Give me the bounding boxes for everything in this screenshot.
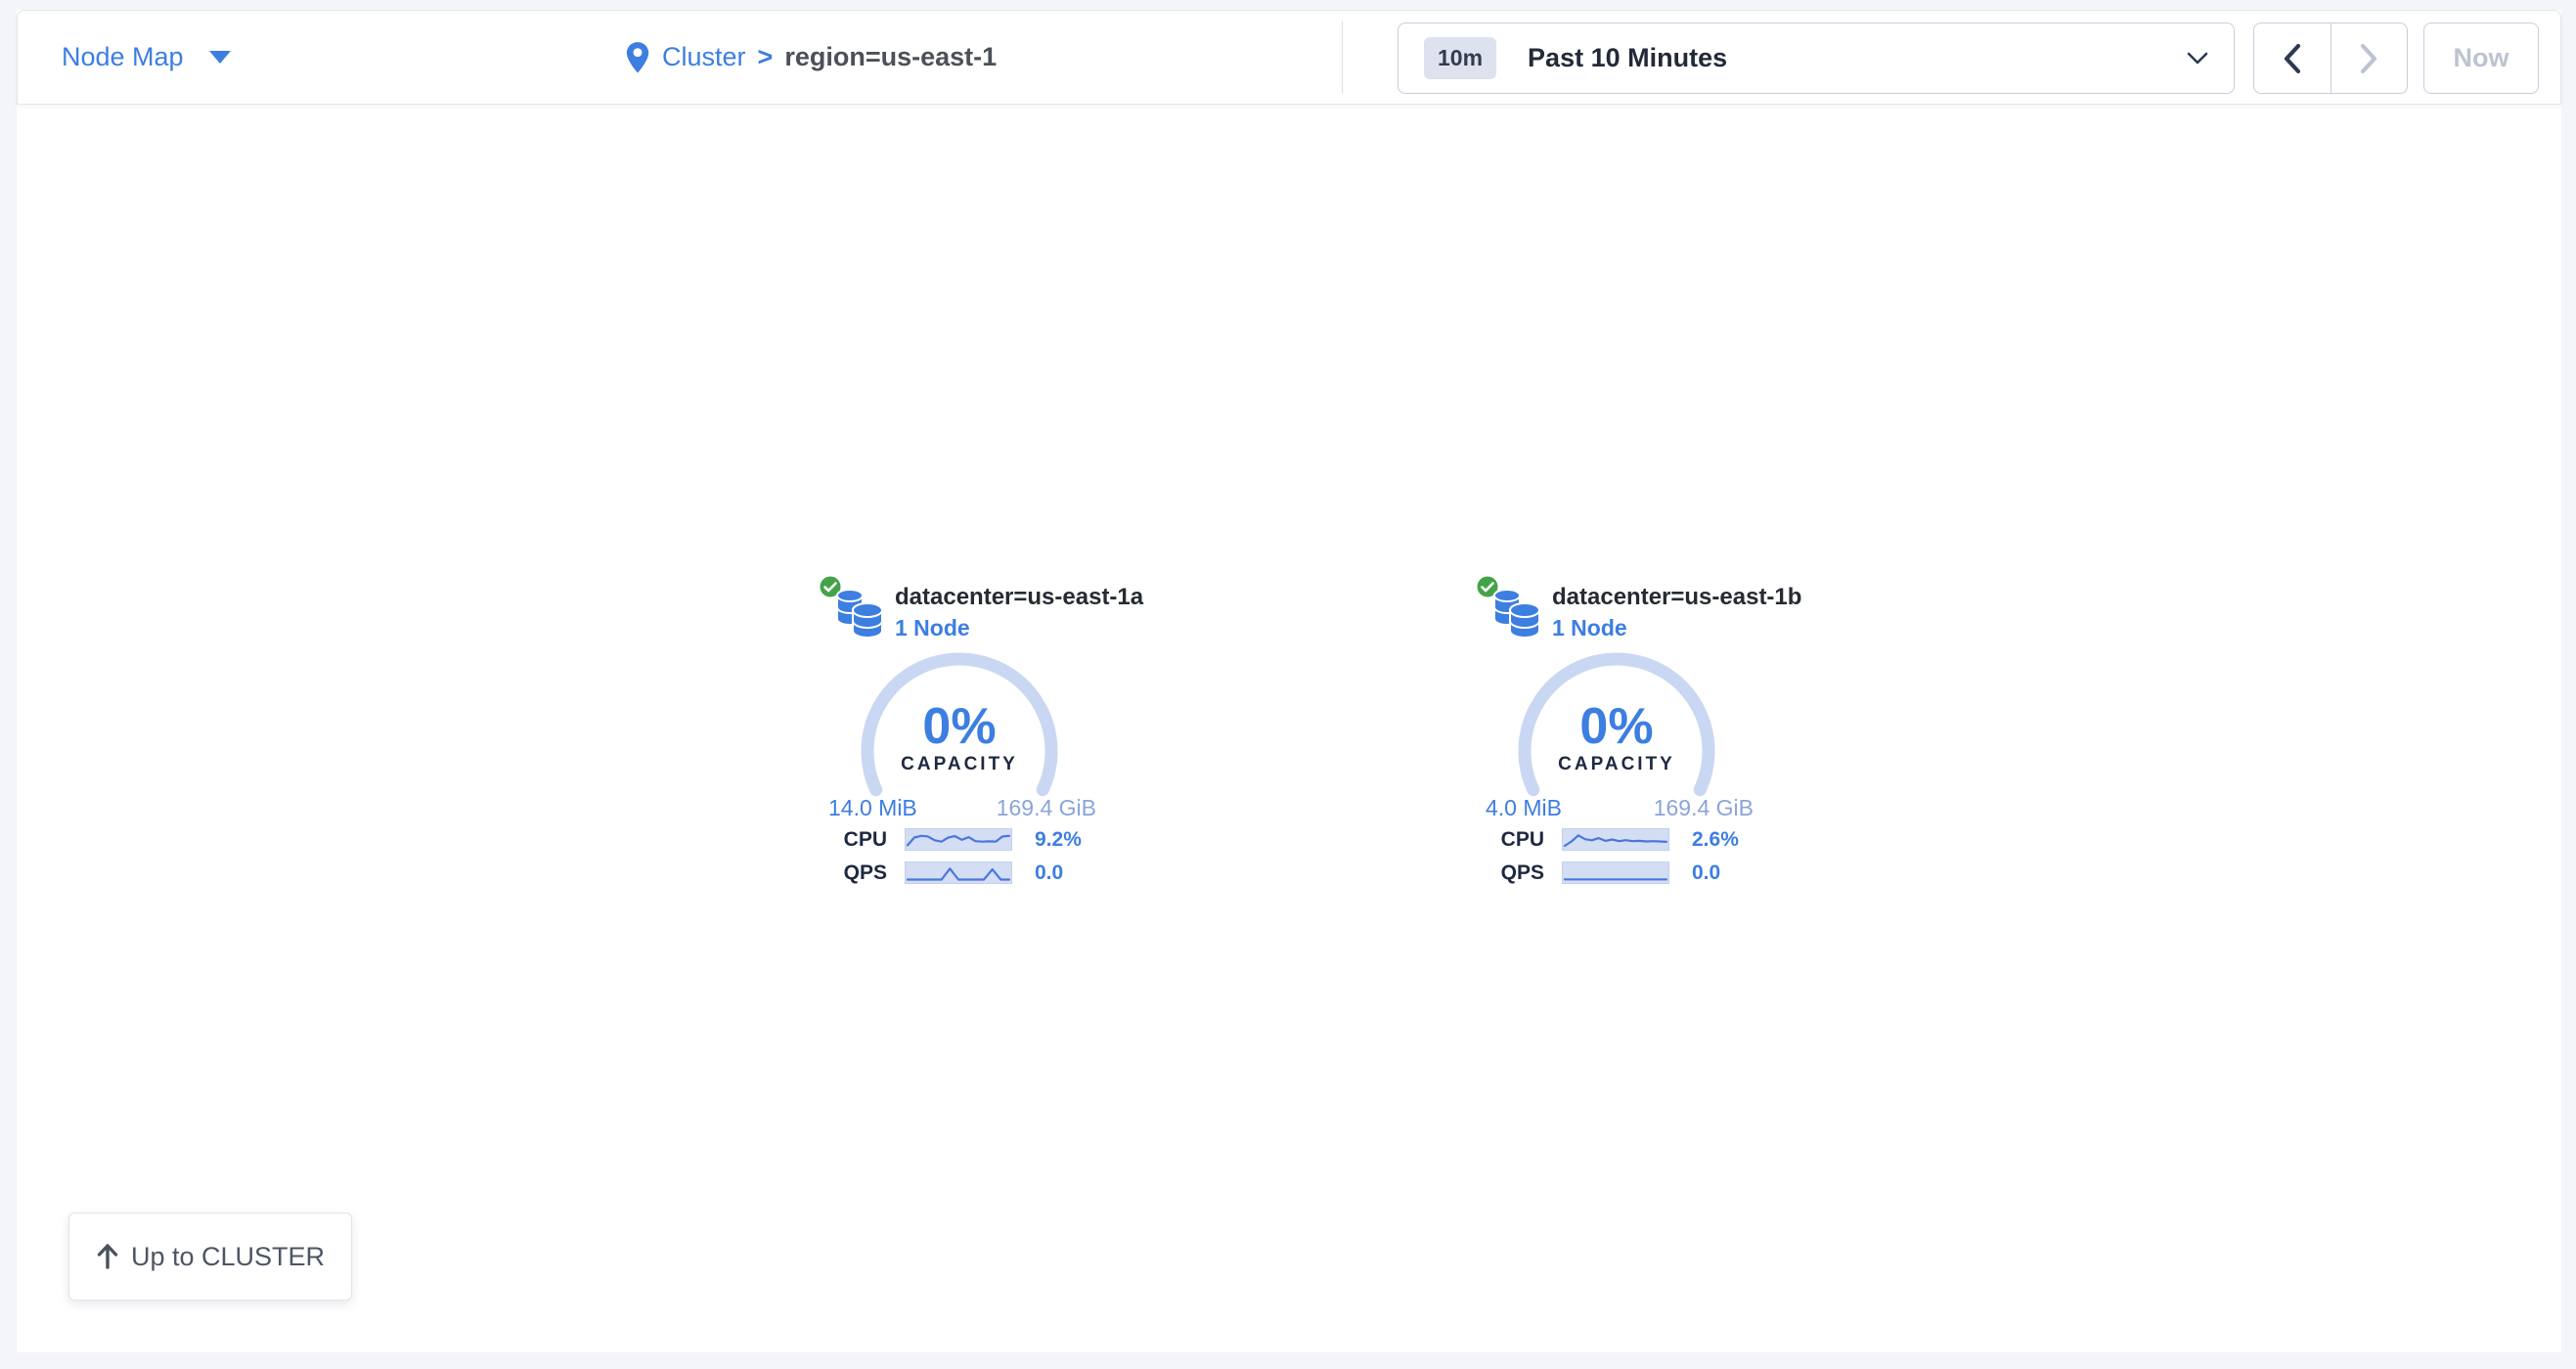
breadcrumb: Cluster > region=us-east-1 bbox=[625, 11, 997, 104]
breadcrumb-cluster-link[interactable]: Cluster bbox=[662, 42, 746, 72]
chevron-right-icon bbox=[2359, 43, 2378, 74]
metric-rows: CPU 9.2% QPS 0.0 bbox=[793, 828, 1126, 884]
breadcrumb-current: region=us-east-1 bbox=[784, 42, 997, 72]
cpu-sparkline bbox=[905, 828, 1012, 851]
cpu-sparkline bbox=[1562, 828, 1669, 851]
datacenter-card[interactable]: datacenter=us-east-1a 1 Node 0% CAPACITY… bbox=[793, 572, 1126, 900]
capacity-values-row: 4.0 MiB 169.4 GiB bbox=[1486, 795, 1754, 821]
capacity-used: 4.0 MiB bbox=[1486, 795, 1562, 821]
time-range-label: Past 10 Minutes bbox=[1528, 43, 1727, 73]
up-to-cluster-button[interactable]: Up to CLUSTER bbox=[68, 1213, 352, 1301]
qps-metric-row: QPS 0.0 bbox=[793, 861, 1126, 884]
time-range-badge: 10m bbox=[1424, 37, 1496, 79]
metric-rows: CPU 2.6% QPS 0.0 bbox=[1450, 828, 1783, 884]
up-to-cluster-label: Up to CLUSTER bbox=[131, 1242, 325, 1272]
capacity-used: 14.0 MiB bbox=[828, 795, 917, 821]
breadcrumb-separator: > bbox=[758, 42, 774, 72]
caret-down-icon bbox=[209, 51, 231, 64]
toolbar: Node Map Cluster > region=us-east-1 10m … bbox=[17, 10, 2561, 105]
capacity-total: 169.4 GiB bbox=[997, 795, 1096, 821]
time-range-dropdown[interactable]: 10m Past 10 Minutes bbox=[1398, 22, 2235, 94]
view-selector-dropdown[interactable]: Node Map bbox=[62, 11, 231, 104]
now-button[interactable]: Now bbox=[2423, 22, 2539, 94]
qps-value: 0.0 bbox=[1692, 861, 1720, 885]
chevron-left-icon bbox=[2283, 43, 2302, 74]
time-nav-group bbox=[2253, 22, 2408, 94]
view-selector-label: Node Map bbox=[62, 42, 184, 72]
cpu-label: CPU bbox=[1450, 828, 1544, 852]
chevron-down-icon bbox=[2187, 52, 2208, 65]
datacenter-card[interactable]: datacenter=us-east-1b 1 Node 0% CAPACITY… bbox=[1450, 572, 1783, 900]
cpu-label: CPU bbox=[793, 828, 887, 852]
qps-value: 0.0 bbox=[1035, 861, 1063, 885]
time-prev-button[interactable] bbox=[2254, 23, 2331, 93]
capacity-percent: 0% bbox=[1450, 697, 1783, 756]
qps-metric-row: QPS 0.0 bbox=[1450, 861, 1783, 884]
capacity-percent: 0% bbox=[793, 697, 1126, 756]
cpu-value: 2.6% bbox=[1692, 828, 1739, 852]
capacity-total: 169.4 GiB bbox=[1654, 795, 1754, 821]
datacenter-title: datacenter=us-east-1b bbox=[1552, 584, 1801, 611]
capacity-label: CAPACITY bbox=[1450, 754, 1783, 775]
cpu-metric-row: CPU 2.6% bbox=[1450, 828, 1783, 851]
qps-sparkline bbox=[1562, 861, 1669, 884]
capacity-label: CAPACITY bbox=[793, 754, 1126, 775]
map-pin-icon bbox=[625, 41, 650, 74]
cpu-value: 9.2% bbox=[1035, 828, 1082, 852]
qps-sparkline bbox=[905, 861, 1012, 884]
qps-label: QPS bbox=[1450, 861, 1544, 885]
time-next-button[interactable] bbox=[2331, 23, 2408, 93]
arrow-up-icon bbox=[96, 1243, 119, 1270]
cpu-metric-row: CPU 9.2% bbox=[793, 828, 1126, 851]
node-map-canvas bbox=[17, 10, 2561, 1352]
capacity-values-row: 14.0 MiB 169.4 GiB bbox=[828, 795, 1096, 821]
datacenter-title: datacenter=us-east-1a bbox=[895, 584, 1143, 611]
toolbar-divider bbox=[1342, 22, 1343, 94]
qps-label: QPS bbox=[793, 861, 887, 885]
